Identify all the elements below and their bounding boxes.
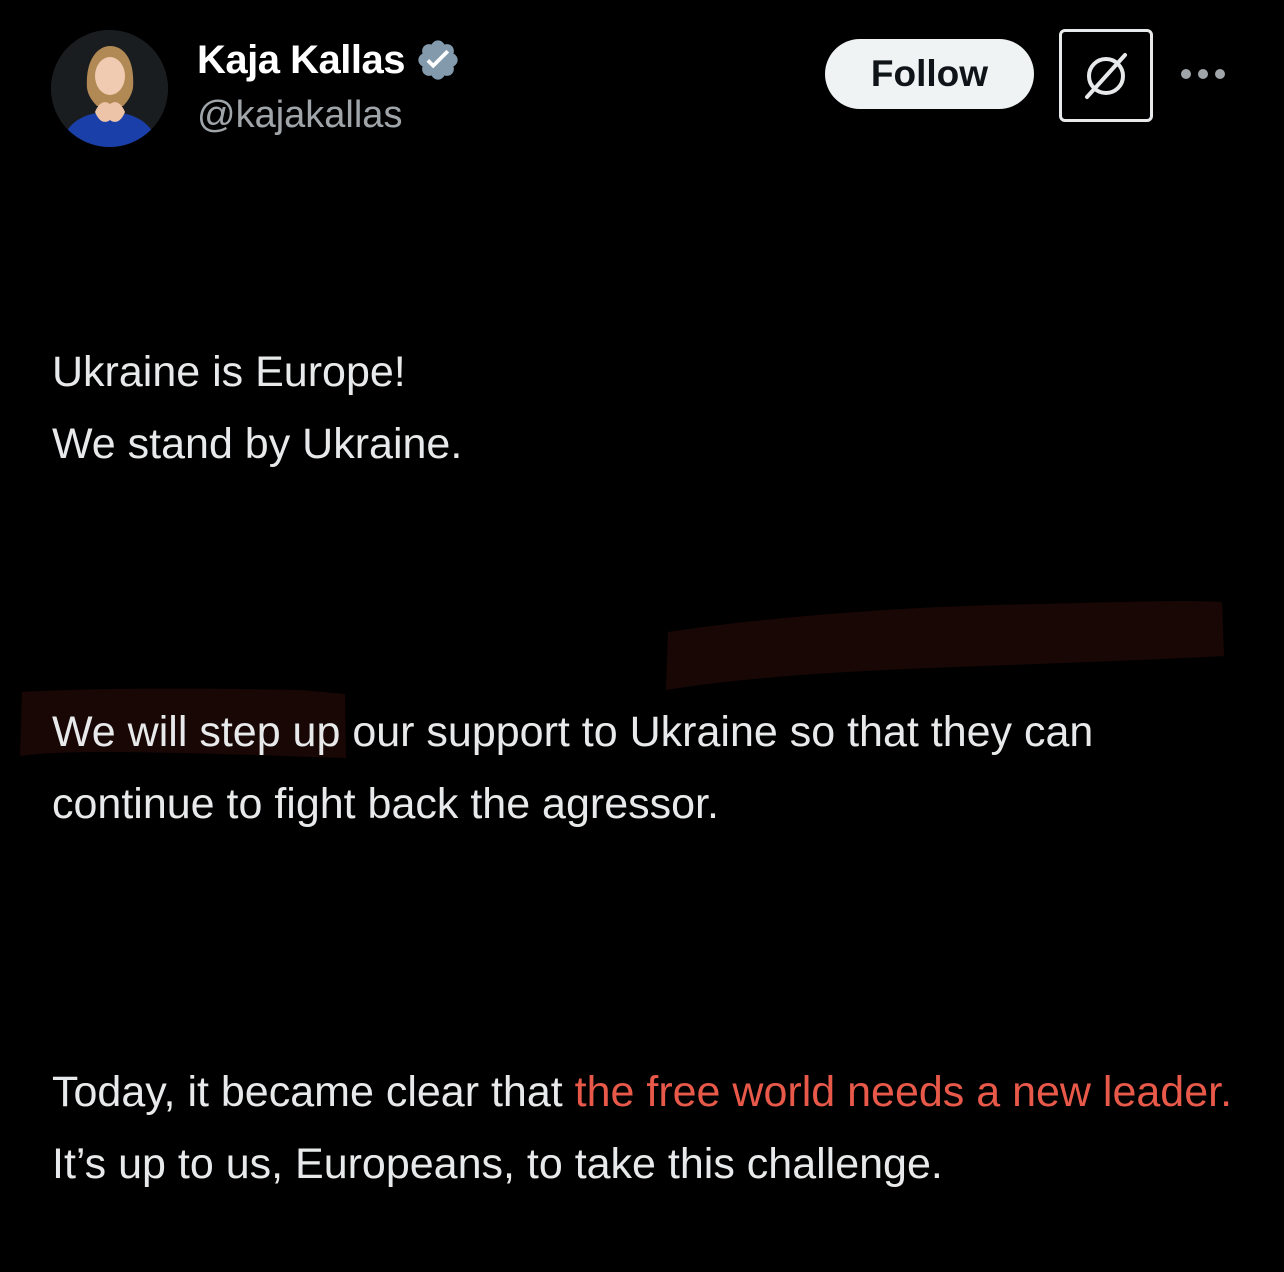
grok-button[interactable]: [1059, 29, 1153, 122]
tweet-paragraph-2: We will step up our support to Ukraine s…: [52, 708, 1106, 828]
follow-button[interactable]: Follow: [825, 39, 1034, 109]
avatar-image: [51, 30, 168, 147]
more-dots-icon: [1181, 69, 1225, 79]
slashed-circle-icon: [1085, 52, 1127, 99]
author-handle[interactable]: @kajakallas: [197, 94, 402, 137]
tweet-text: Ukraine is Europe! We stand by Ukraine. …: [52, 192, 1252, 1272]
tweet-paragraph-3: Today, it became clear that the free wor…: [52, 1056, 1252, 1200]
tweet-text-plain: Today, it became clear that: [52, 1068, 563, 1116]
tweet-paragraph-1: Ukraine is Europe! We stand by Ukraine.: [52, 336, 1252, 480]
more-options-button[interactable]: [1180, 56, 1226, 92]
display-name[interactable]: Kaja Kallas: [197, 38, 405, 83]
highlighted-text: the free world needs a new leader.: [574, 1068, 1233, 1116]
tweet-line: Ukraine is Europe!: [52, 348, 406, 396]
author-name-row[interactable]: Kaja Kallas: [197, 34, 461, 86]
verified-badge-icon: [418, 40, 458, 80]
avatar[interactable]: [51, 30, 168, 147]
tweet-text-plain: It’s up to us, Europeans, to take this c…: [52, 1140, 943, 1188]
tweet-line: We stand by Ukraine.: [52, 420, 463, 468]
